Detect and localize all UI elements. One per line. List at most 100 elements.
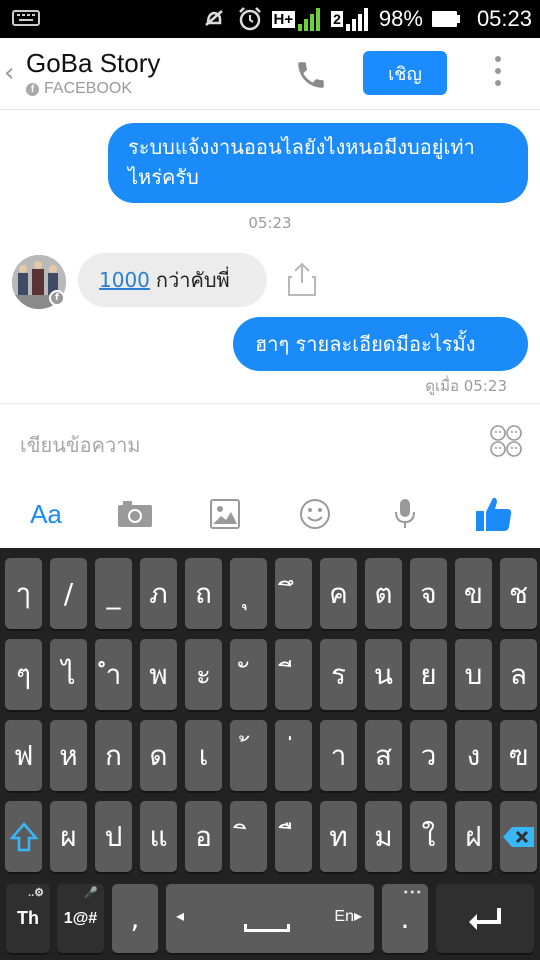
clock: 05:23 xyxy=(476,6,532,31)
key-row2-2[interactable]: ำ xyxy=(95,639,132,710)
more-options-icon[interactable] xyxy=(493,56,503,92)
cursor-left-icon: ◂ xyxy=(176,906,185,925)
key-row1-5[interactable]: ุ xyxy=(230,558,267,629)
stickers-icon[interactable] xyxy=(489,424,523,458)
outgoing-message[interactable]: ฮาๆ รายละเอียดมีอะไรมั้ง xyxy=(233,317,528,371)
key-row1-6[interactable]: ึ xyxy=(275,558,312,629)
composer-toolbar: Aa xyxy=(0,492,540,536)
text-format-button[interactable]: Aa xyxy=(22,492,70,536)
conversation-header: ‹ GoBa Story f FACEBOOK เชิญ xyxy=(0,38,540,110)
conversation-subtitle: f FACEBOOK xyxy=(26,80,132,98)
key-row3-4[interactable]: เ xyxy=(185,720,222,791)
mute-icon xyxy=(204,10,223,26)
key-row4-9[interactable]: ฝ xyxy=(455,801,492,872)
key-row1-7[interactable]: ค xyxy=(320,558,357,629)
key-row4-8[interactable]: ใ xyxy=(410,801,447,872)
back-chevron-icon[interactable]: ‹ xyxy=(4,58,14,88)
share-icon[interactable] xyxy=(286,261,318,297)
language-th-key[interactable]: ..⚙ Th xyxy=(6,884,50,953)
signal-sim1-icon xyxy=(298,8,321,31)
key-row2-8[interactable]: น xyxy=(365,639,402,710)
key-label: Th xyxy=(17,908,39,928)
key-row2-9[interactable]: ย xyxy=(410,639,447,710)
key-row2-0[interactable]: ๆ xyxy=(5,639,42,710)
key-row3-11[interactable]: ฃ xyxy=(500,720,537,791)
message-timestamp: 05:23 xyxy=(248,214,292,232)
signal-sim2-icon xyxy=(345,8,368,31)
messenger-badge-icon: f xyxy=(49,290,65,306)
key-row2-11[interactable]: ล xyxy=(500,639,537,710)
key-row4-0[interactable]: ผ xyxy=(50,801,87,872)
key-row4-4[interactable]: ิ xyxy=(230,801,267,872)
seen-receipt: ดูเมื่อ 05:23 xyxy=(425,377,507,395)
facebook-icon: f xyxy=(26,82,39,96)
key-row3-0[interactable]: ฟ xyxy=(5,720,42,791)
key-row1-1[interactable]: / xyxy=(50,558,87,629)
battery-icon xyxy=(431,11,460,27)
incoming-message-link[interactable]: 1000 xyxy=(99,268,150,292)
symbols-key[interactable]: 🎤 1@# xyxy=(57,884,104,953)
message-list[interactable]: ระบบแจ้งงานออนไลยังไงหนอมีงบอยู่เท่าไหร่… xyxy=(0,110,540,403)
key-row4-6[interactable]: ท xyxy=(320,801,357,872)
sim2-badge: 2 xyxy=(331,11,343,27)
key-row2-6[interactable]: ี xyxy=(275,639,312,710)
key-row1-10[interactable]: ข xyxy=(455,558,492,629)
camera-icon[interactable] xyxy=(114,492,156,536)
outgoing-message[interactable]: ระบบแจ้งงานออนไลยังไงหนอมีงบอยู่เท่าไหร่… xyxy=(108,123,528,203)
enter-arrow-icon xyxy=(469,907,501,930)
composer: เขียนข้อความ Aa xyxy=(0,403,540,548)
space-bar-icon xyxy=(244,924,290,932)
key-row4-2[interactable]: แ xyxy=(140,801,177,872)
enter-key[interactable] xyxy=(436,884,534,953)
key-row2-10[interactable]: บ xyxy=(455,639,492,710)
key-row3-7[interactable]: า xyxy=(320,720,357,791)
key-row1-4[interactable]: ถ xyxy=(185,558,222,629)
key-row1-0[interactable]: ๅ xyxy=(5,558,42,629)
subtitle-text: FACEBOOK xyxy=(44,80,133,97)
conversation-title[interactable]: GoBa Story xyxy=(26,48,160,79)
key-row3-1[interactable]: ห xyxy=(50,720,87,791)
key-row3-9[interactable]: ว xyxy=(410,720,447,791)
message-input[interactable]: เขียนข้อความ xyxy=(20,429,141,461)
key-row4-5[interactable]: ื xyxy=(275,801,312,872)
space-key[interactable]: ◂ En▸ xyxy=(166,884,374,953)
key-row3-10[interactable]: ง xyxy=(455,720,492,791)
keyboard-icon xyxy=(12,10,40,26)
invite-button[interactable]: เชิญ xyxy=(363,51,447,95)
incoming-message[interactable]: 1000 กว่าคับพี่ xyxy=(78,253,267,307)
key-row1-8[interactable]: ต xyxy=(365,558,402,629)
key-row3-8[interactable]: ส xyxy=(365,720,402,791)
backspace-key[interactable] xyxy=(500,801,537,872)
comma-key[interactable]: , xyxy=(112,884,158,953)
key-row1-3[interactable]: ภ xyxy=(140,558,177,629)
key-row4-1[interactable]: ป xyxy=(95,801,132,872)
status-bar: H+ 2 98% 05:23 xyxy=(0,0,540,38)
like-thumbs-up-icon[interactable] xyxy=(472,492,516,536)
alarm-icon xyxy=(238,7,261,31)
shift-arrow-icon xyxy=(8,821,39,851)
key-row1-9[interactable]: จ xyxy=(410,558,447,629)
keyboard: ๅ/_ภถุึคตจขชๆไำพะัีรนยบลฟหกดเ้่าสวงฃผปแอ… xyxy=(0,548,540,960)
key-row4-3[interactable]: อ xyxy=(185,801,222,872)
phone-call-icon[interactable] xyxy=(294,58,328,92)
key-row1-2[interactable]: _ xyxy=(95,558,132,629)
emoji-icon[interactable] xyxy=(297,492,333,536)
key-row3-2[interactable]: ก xyxy=(95,720,132,791)
key-row2-7[interactable]: ร xyxy=(320,639,357,710)
key-row2-4[interactable]: ะ xyxy=(185,639,222,710)
key-row3-3[interactable]: ด xyxy=(140,720,177,791)
gallery-icon[interactable] xyxy=(206,492,244,536)
microphone-icon[interactable] xyxy=(390,492,420,536)
backspace-icon xyxy=(502,826,534,847)
key-row1-11[interactable]: ช xyxy=(500,558,537,629)
shift-key[interactable] xyxy=(5,801,42,872)
key-row2-5[interactable]: ั xyxy=(230,639,267,710)
key-row3-6[interactable]: ่ xyxy=(275,720,312,791)
key-row2-3[interactable]: พ xyxy=(140,639,177,710)
key-row2-1[interactable]: ไ xyxy=(50,639,87,710)
battery-percent: 98% xyxy=(378,6,423,31)
key-label: 1@# xyxy=(63,909,98,927)
key-row4-7[interactable]: ม xyxy=(365,801,402,872)
period-key[interactable]: •••. xyxy=(382,884,428,953)
key-row3-5[interactable]: ้ xyxy=(230,720,267,791)
